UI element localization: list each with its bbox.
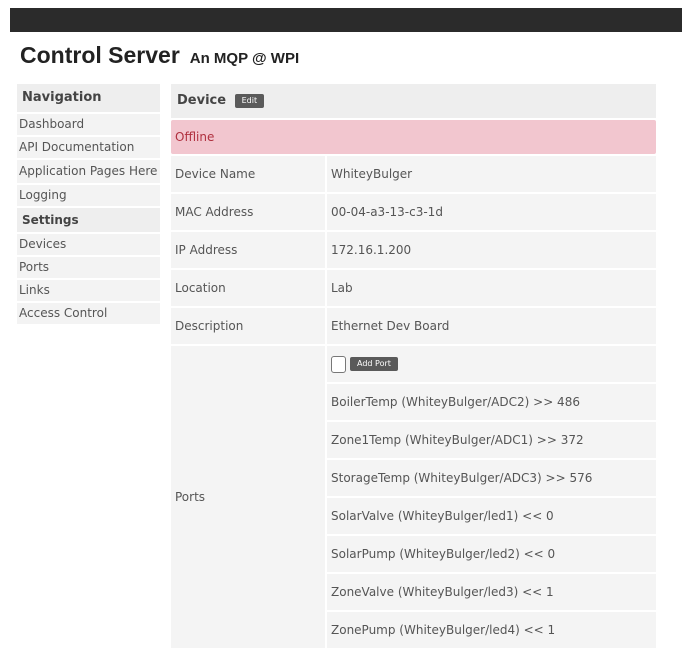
nav-item-ports[interactable]: Ports: [17, 257, 160, 278]
nav-item-application-pages[interactable]: Application Pages Here: [17, 160, 160, 183]
nav-heading: Navigation: [17, 84, 160, 112]
nav-item-devices[interactable]: Devices: [17, 234, 160, 255]
page-title: Control Server An MQP @ WPI: [20, 42, 299, 69]
port-item[interactable]: ZonePump (WhiteyBulger/led4) << 1: [327, 612, 656, 648]
device-heading: Device: [177, 93, 227, 108]
field-row-ip-address: IP Address 172.16.1.200: [171, 232, 656, 268]
field-row-description: Description Ethernet Dev Board: [171, 308, 656, 344]
nav-item-logging[interactable]: Logging: [17, 185, 160, 206]
field-value: WhiteyBulger: [327, 156, 656, 192]
field-row-device-name: Device Name WhiteyBulger: [171, 156, 656, 192]
field-value: Ethernet Dev Board: [327, 308, 656, 344]
app-subtitle: An MQP @ WPI: [189, 50, 300, 67]
device-panel: Device Edit Offline Device Name WhiteyBu…: [171, 84, 656, 650]
nav-item-api-documentation[interactable]: API Documentation: [17, 137, 160, 158]
add-port-button[interactable]: Add Port: [350, 357, 398, 371]
settings-heading: Settings: [17, 208, 160, 232]
port-item[interactable]: ZoneValve (WhiteyBulger/led3) << 1: [327, 574, 656, 610]
ports-list: Add Port BoilerTemp (WhiteyBulger/ADC2) …: [327, 346, 656, 648]
field-label: IP Address: [171, 232, 325, 268]
field-label: Device Name: [171, 156, 325, 192]
ports-label: Ports: [171, 346, 325, 648]
field-row-mac-address: MAC Address 00-04-a3-13-c3-1d: [171, 194, 656, 230]
port-item[interactable]: SolarPump (WhiteyBulger/led2) << 0: [327, 536, 656, 572]
field-label: MAC Address: [171, 194, 325, 230]
field-label: Description: [171, 308, 325, 344]
field-row-location: Location Lab: [171, 270, 656, 306]
port-item[interactable]: StorageTemp (WhiteyBulger/ADC3) >> 576: [327, 460, 656, 496]
nav-item-access-control[interactable]: Access Control: [17, 303, 160, 324]
field-value: 00-04-a3-13-c3-1d: [327, 194, 656, 230]
field-label: Location: [171, 270, 325, 306]
device-header: Device Edit: [171, 84, 656, 118]
sidebar-navigation: Navigation Dashboard API Documentation A…: [17, 84, 160, 326]
edit-button[interactable]: Edit: [234, 93, 265, 108]
field-value: 172.16.1.200: [327, 232, 656, 268]
top-bar: [10, 8, 682, 32]
port-checkbox[interactable]: [331, 355, 346, 373]
port-item[interactable]: SolarValve (WhiteyBulger/led1) << 0: [327, 498, 656, 534]
nav-item-links[interactable]: Links: [17, 280, 160, 301]
add-port-row: Add Port: [327, 346, 656, 382]
port-item[interactable]: Zone1Temp (WhiteyBulger/ADC1) >> 372: [327, 422, 656, 458]
app-title: Control Server: [20, 42, 180, 68]
status-badge: Offline: [171, 120, 656, 154]
nav-item-dashboard[interactable]: Dashboard: [17, 114, 160, 135]
ports-row: Ports Add Port BoilerTemp (WhiteyBulger/…: [171, 346, 656, 648]
port-item[interactable]: BoilerTemp (WhiteyBulger/ADC2) >> 486: [327, 384, 656, 420]
field-value: Lab: [327, 270, 656, 306]
